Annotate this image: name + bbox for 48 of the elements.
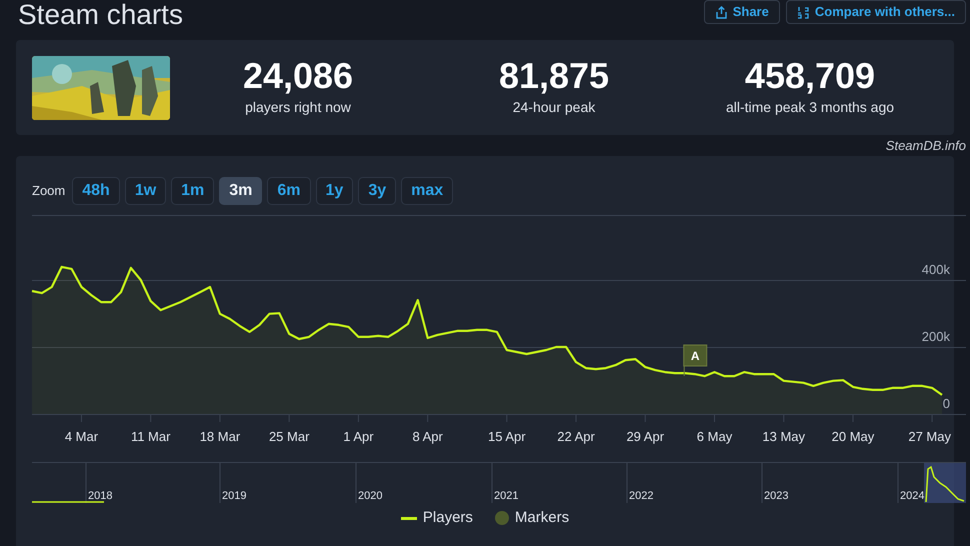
y-axis-label: 200k (922, 329, 950, 344)
stat-value: 458,709 (744, 57, 876, 95)
year-label: 2023 (764, 490, 788, 502)
zoom-button[interactable]: 48h (72, 177, 120, 205)
year-label: 2024 (900, 490, 924, 502)
stat-label: 24-hour peak (512, 98, 596, 117)
stat-value: 24,086 (242, 57, 354, 95)
x-axis-label: 15 Apr (488, 429, 526, 444)
year-label: 2021 (494, 490, 518, 502)
x-axis-label: 20 May (832, 429, 874, 444)
year-label: 2019 (222, 490, 246, 502)
zoom-button[interactable]: max (401, 177, 454, 205)
x-axis-label: 1 Apr (343, 429, 374, 444)
share-icon (714, 6, 728, 18)
x-axis-label: 8 Apr (412, 429, 443, 444)
y-axis-label: 0 (942, 396, 950, 411)
legend-label[interactable]: Players (422, 507, 473, 530)
stat-label: players right now (245, 98, 351, 117)
x-axis-label: 27 May (908, 429, 951, 444)
y-axis-label: 400k (922, 262, 950, 277)
x-axis-label: 4 Mar (64, 429, 98, 444)
stat-value: 81,875 (498, 57, 610, 95)
year-label: 2022 (629, 490, 654, 502)
navigator-selection[interactable] (924, 463, 966, 503)
zoom-button[interactable]: 3y (358, 177, 396, 205)
zoom-label: Zoom (32, 182, 66, 200)
page-title: Steam charts (18, 0, 183, 31)
compare-button[interactable]: Compare with others... (786, 0, 966, 24)
x-axis-label: 25 Mar (268, 429, 310, 444)
stat-label: all-time peak 3 months ago (726, 98, 894, 117)
x-axis-label: 29 Apr (626, 429, 664, 444)
year-label: 2018 (88, 490, 112, 502)
zoom-button[interactable]: 6m (267, 177, 311, 205)
x-axis-label: 22 Apr (557, 429, 595, 444)
x-axis-label: 6 May (696, 429, 732, 444)
share-button[interactable]: Share (704, 0, 780, 24)
x-axis-label: 11 Mar (130, 429, 170, 444)
legend-label[interactable]: Markers (514, 507, 570, 530)
zoom-button[interactable]: 1y (316, 177, 354, 205)
zoom-button[interactable]: 3m (219, 177, 262, 205)
x-axis-label: 18 Mar (200, 429, 240, 444)
annotation: A (690, 349, 700, 363)
year-label: 2020 (358, 490, 382, 502)
zoom-button[interactable]: 1w (124, 177, 166, 205)
zoom-button[interactable]: 1m (171, 177, 214, 205)
sort-icon (796, 6, 810, 18)
credit-text: SteamDB.info (886, 136, 966, 155)
x-axis-label: 13 May (762, 429, 806, 444)
